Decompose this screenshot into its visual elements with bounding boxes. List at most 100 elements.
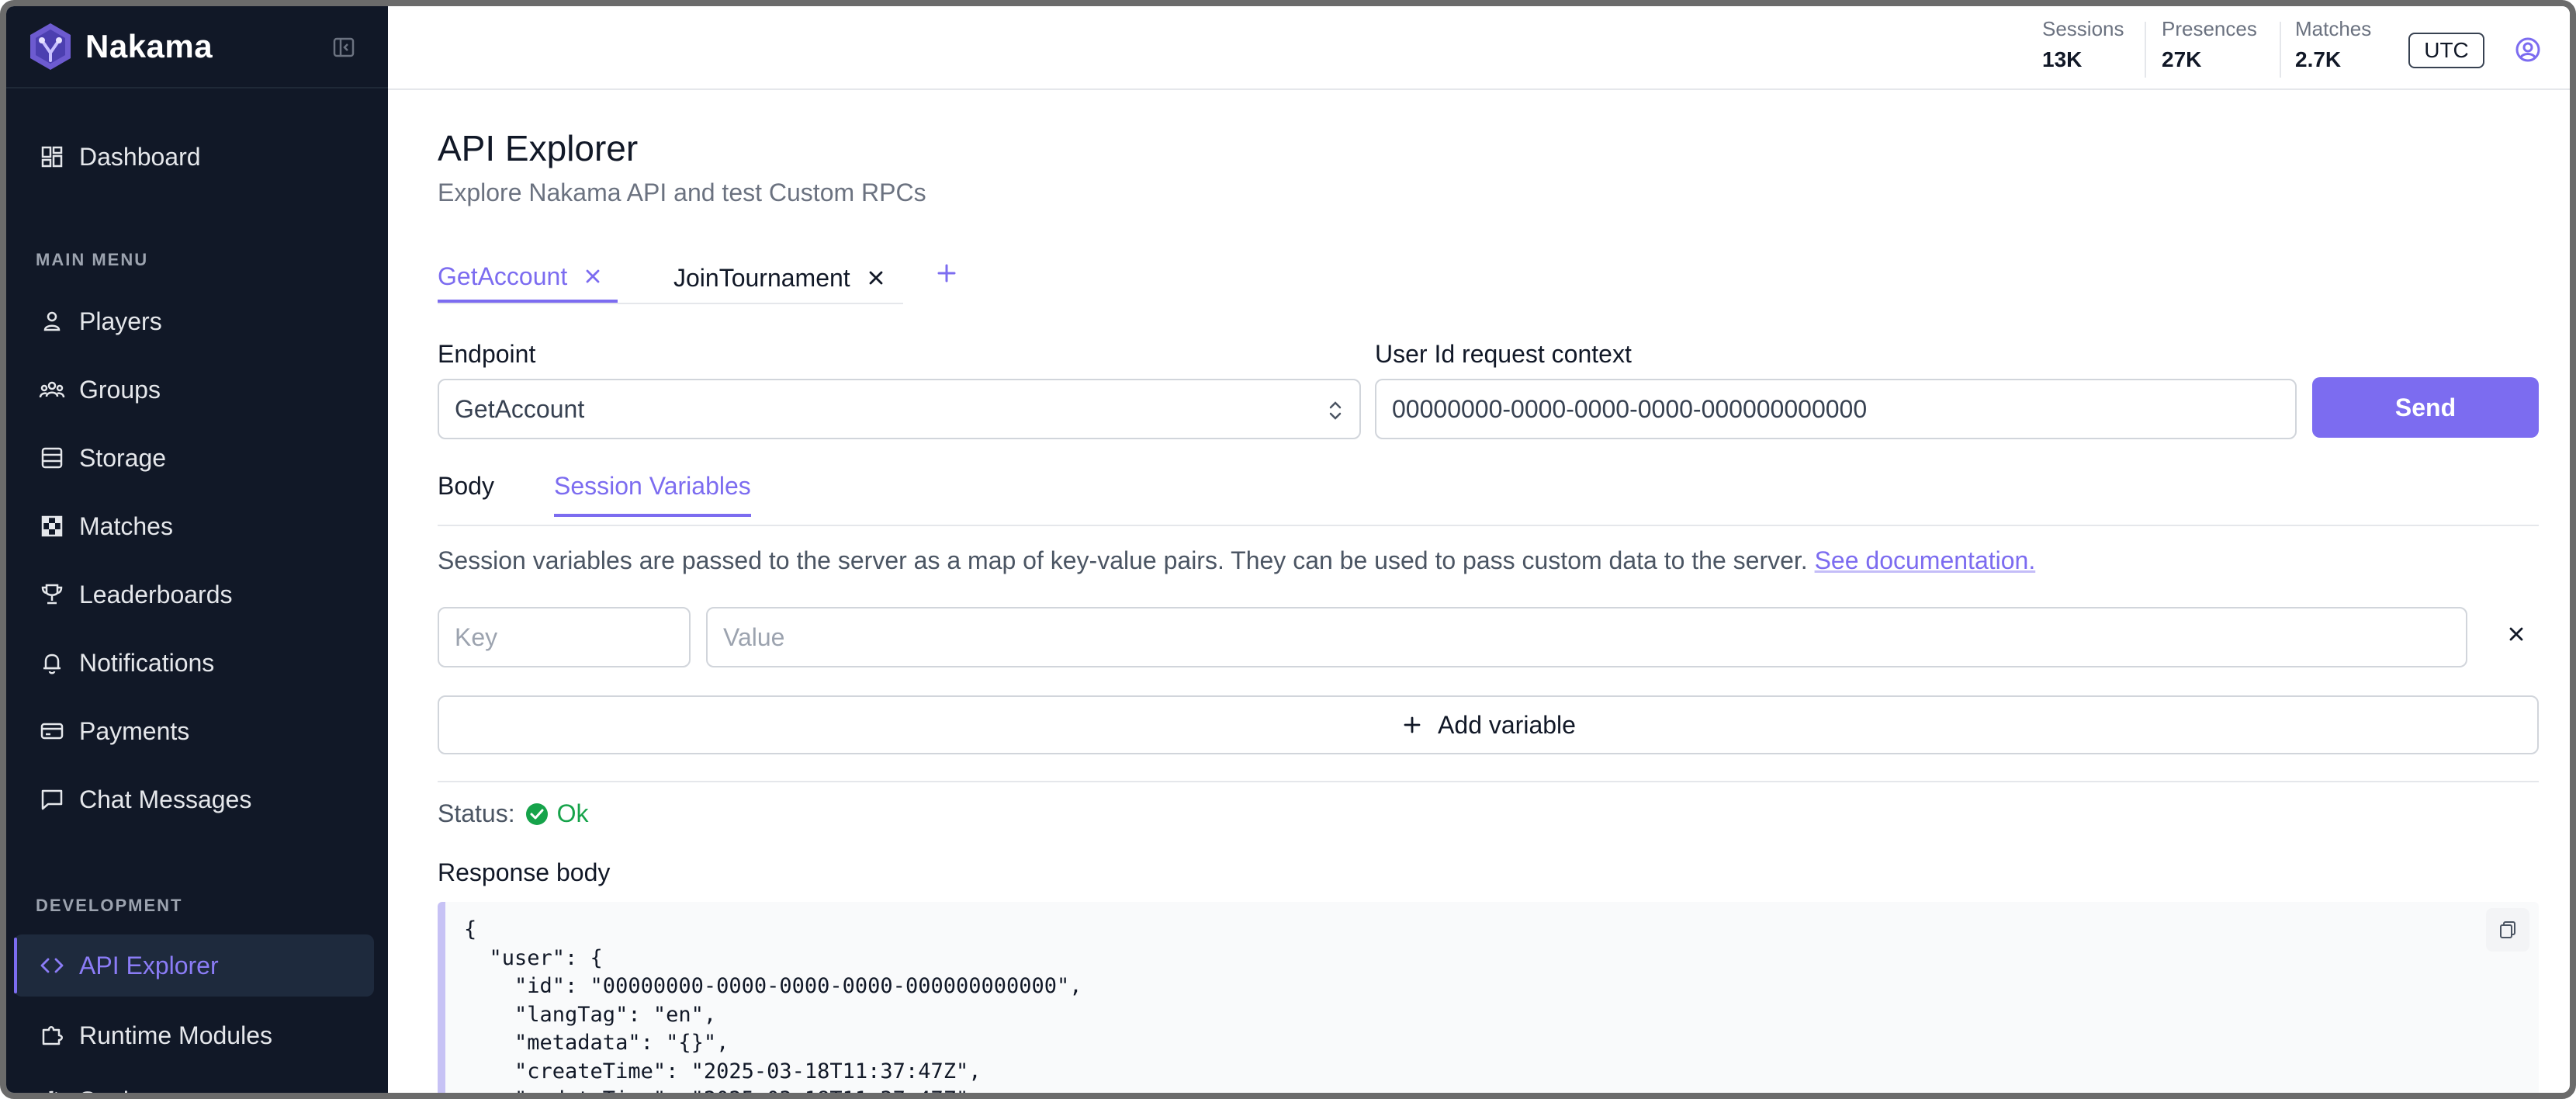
trophy-icon [41, 584, 63, 605]
tab-getaccount[interactable]: GetAccount [438, 253, 618, 303]
sidebar-item-label: Settings [79, 1087, 169, 1094]
sidebar-item-storage[interactable]: Storage [14, 427, 374, 489]
copy-button[interactable] [2486, 908, 2529, 952]
sidebar-item-label: Dashboard [79, 142, 201, 171]
sidebar-item-groups[interactable]: Groups [14, 359, 374, 421]
code-icon [40, 958, 64, 973]
add-tab-icon[interactable] [931, 258, 962, 289]
stat-value: 27K [2162, 47, 2202, 71]
copy-icon [2500, 921, 2515, 938]
collapse-sidebar-icon[interactable] [332, 36, 355, 59]
stat-label: Presences [2162, 17, 2257, 40]
sidebar-item-label: Storage [79, 443, 167, 472]
section-development: DEVELOPMENT [36, 896, 183, 915]
tab-label: JoinTournament [673, 263, 850, 292]
sidebar-item-payments[interactable]: Payments [14, 700, 374, 762]
sidebar-item-leaderboards[interactable]: Leaderboards [14, 563, 374, 626]
response-body-label: Response body [438, 858, 611, 886]
status-value: Ok [556, 799, 589, 827]
check-circle-icon [525, 803, 548, 825]
response-json: { "user": { "id": "00000000-0000-0000-00… [464, 917, 1082, 1093]
sidebar-item-label: Matches [79, 511, 173, 540]
sidebar-item-settings[interactable]: Settings [14, 1070, 374, 1094]
sidebar-item-label: Leaderboards [79, 580, 233, 608]
sidebar-item-label: Notifications [79, 648, 215, 677]
section-divider [438, 781, 2539, 782]
sub-tabs-divider [438, 525, 2539, 526]
stat-divider [2145, 22, 2146, 78]
brand-header: Nakama [6, 6, 388, 88]
session-vars-description: Session variables are passed to the serv… [438, 546, 2035, 575]
stat-presences: Presences 27K [2162, 17, 2257, 72]
close-icon[interactable] [864, 266, 888, 289]
users-icon [39, 381, 65, 398]
request-tabs-divider [438, 303, 903, 304]
key-input[interactable]: Key [438, 607, 691, 667]
response-status: Status: Ok [438, 799, 589, 828]
documentation-link[interactable]: See documentation. [1815, 546, 2036, 574]
value-placeholder: Value [723, 622, 785, 651]
remove-variable-icon[interactable] [2505, 622, 2528, 646]
select-caret-icon [1329, 401, 1342, 420]
sidebar-item-label: API Explorer [79, 951, 219, 979]
timezone-button[interactable]: UTC [2408, 33, 2484, 68]
page-title: API Explorer [438, 128, 639, 168]
sidebar-item-label: Runtime Modules [79, 1021, 272, 1049]
add-variable-button[interactable]: Add variable [438, 695, 2539, 754]
sidebar-item-players[interactable]: Players [14, 290, 374, 352]
tab-session-variables[interactable]: Session Variables [554, 472, 751, 517]
tab-body[interactable]: Body [438, 472, 494, 517]
send-button[interactable]: Send [2312, 377, 2539, 438]
sidebar-item-label: Groups [79, 375, 161, 404]
bell-icon [43, 654, 61, 674]
stat-label: Matches [2295, 17, 2372, 40]
endpoint-select[interactable]: GetAccount [438, 379, 1361, 439]
response-body: { "user": { "id": "00000000-0000-0000-00… [438, 902, 2539, 1093]
stat-label: Sessions [2042, 17, 2124, 40]
stat-sessions: Sessions 13K [2042, 17, 2124, 72]
status-label: Status: [438, 799, 515, 827]
sidebar-item-notifications[interactable]: Notifications [14, 632, 374, 694]
stat-matches: Matches 2.7K [2295, 17, 2371, 72]
description-text: Session variables are passed to the serv… [438, 546, 1808, 574]
chat-icon [41, 789, 63, 810]
close-icon[interactable] [581, 265, 604, 288]
sidebar-item-chat-messages[interactable]: Chat Messages [14, 768, 374, 830]
user-id-input[interactable]: 00000000-0000-0000-0000-000000000000 [1375, 379, 2297, 439]
page-subtitle: Explore Nakama API and test Custom RPCs [438, 179, 926, 206]
endpoint-label: Endpoint [438, 340, 536, 368]
sidebar-item-matches[interactable]: Matches [14, 495, 374, 557]
dashboard-icon [41, 146, 63, 168]
sidebar-item-label: Chat Messages [79, 785, 252, 813]
value-input[interactable]: Value [706, 607, 2467, 667]
sidebar-item-label: Players [79, 307, 162, 335]
top-bar: Sessions 13K Presences 27K Matches 2.7K … [388, 6, 2570, 90]
puzzle-icon [42, 1026, 63, 1045]
sidebar-item-dashboard[interactable]: Dashboard [14, 126, 374, 188]
gear-icon [46, 1090, 58, 1093]
user-id-value: 00000000-0000-0000-0000-000000000000 [1392, 394, 1868, 423]
user-id-label: User Id request context [1375, 340, 1632, 368]
storage-icon [41, 447, 63, 469]
user-account-icon[interactable] [2514, 36, 2542, 64]
sidebar: Nakama Dashboard MAIN MENU Players Group… [6, 6, 388, 1093]
app-window: Nakama Dashboard MAIN MENU Players Group… [0, 0, 2576, 1099]
section-main-menu: MAIN MENU [36, 250, 149, 269]
matches-icon [41, 515, 63, 537]
app-name: Nakama [85, 28, 213, 64]
sidebar-item-label: Payments [79, 716, 190, 745]
plus-icon [1404, 716, 1421, 733]
key-placeholder: Key [455, 622, 498, 651]
tab-label: GetAccount [438, 262, 568, 290]
tab-jointournament[interactable]: JoinTournament [673, 253, 888, 303]
user-icon [43, 311, 61, 331]
stat-value: 2.7K [2295, 47, 2342, 71]
payments-icon [40, 723, 64, 740]
sidebar-item-api-explorer[interactable]: API Explorer [14, 934, 374, 997]
endpoint-value: GetAccount [455, 394, 585, 423]
stat-divider [2280, 22, 2281, 78]
add-variable-label: Add variable [1438, 710, 1576, 739]
main-content: API Explorer Explore Nakama API and test… [388, 90, 2570, 1093]
sidebar-item-runtime-modules[interactable]: Runtime Modules [14, 1004, 374, 1066]
nakama-logo-icon [30, 23, 71, 70]
